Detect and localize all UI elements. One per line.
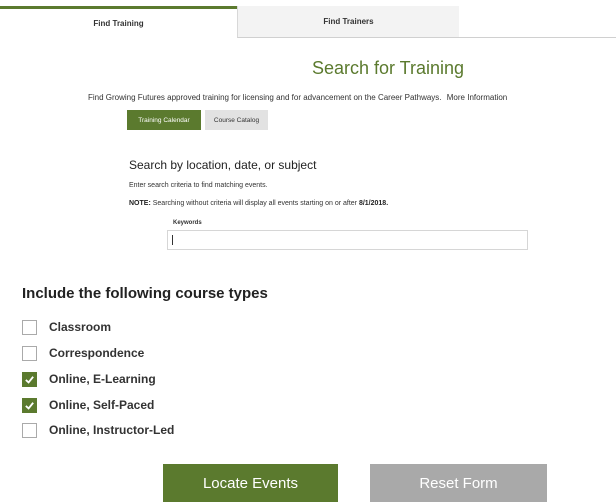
page-subtitle: Find Growing Futures approved training f… [88,93,507,102]
page-title: Search for Training [311,58,465,78]
course-type-correspondence[interactable]: Correspondence [22,344,144,362]
course-type-classroom[interactable]: Classroom [22,318,111,336]
text-caret [172,235,173,245]
course-type-online-instructor-led[interactable]: Online, Instructor-Led [22,421,174,439]
note-label: NOTE: [129,200,151,207]
tab-divider [459,37,616,38]
tab-find-training[interactable]: Find Training [0,6,237,38]
course-type-online-e-learning[interactable]: Online, E-Learning [22,370,156,388]
course-type-label: Correspondence [49,346,145,360]
checkbox[interactable] [22,319,37,335]
checkbox[interactable] [22,345,37,361]
course-type-label: Online, Instructor-Led [49,423,175,437]
reset-form-button[interactable]: Reset Form [370,464,547,502]
checkmark-icon [25,375,34,384]
training-calendar-button[interactable]: Training Calendar [127,110,201,130]
search-note: NOTE: Searching without criteria will di… [129,200,388,207]
note-date: 8/1/2018. [358,200,389,207]
course-type-label: Classroom [49,320,112,334]
keywords-input[interactable] [167,230,528,250]
tab-bar: Find Training Find Trainers [0,6,616,38]
checkbox[interactable] [22,397,37,413]
note-text: Searching without criteria will display … [152,200,357,207]
checkbox[interactable] [22,371,37,387]
search-heading: Search by location, date, or subject [129,158,317,172]
course-catalog-button[interactable]: Course Catalog [205,110,268,130]
subtitle-text: Find Growing Futures approved training f… [88,93,442,102]
search-help-text: Enter search criteria to find matching e… [129,182,268,189]
tab-find-trainers[interactable]: Find Trainers [237,6,459,38]
course-types-heading: Include the following course types [22,285,268,302]
course-type-online-self-paced[interactable]: Online, Self-Paced [22,396,154,414]
more-information-link[interactable]: More Information [447,93,507,102]
checkbox[interactable] [22,422,37,438]
keywords-label: Keywords [173,220,202,226]
locate-events-button[interactable]: Locate Events [163,464,338,502]
course-type-label: Online, E-Learning [49,372,156,386]
checkmark-icon [25,401,34,410]
course-type-label: Online, Self-Paced [49,398,155,412]
